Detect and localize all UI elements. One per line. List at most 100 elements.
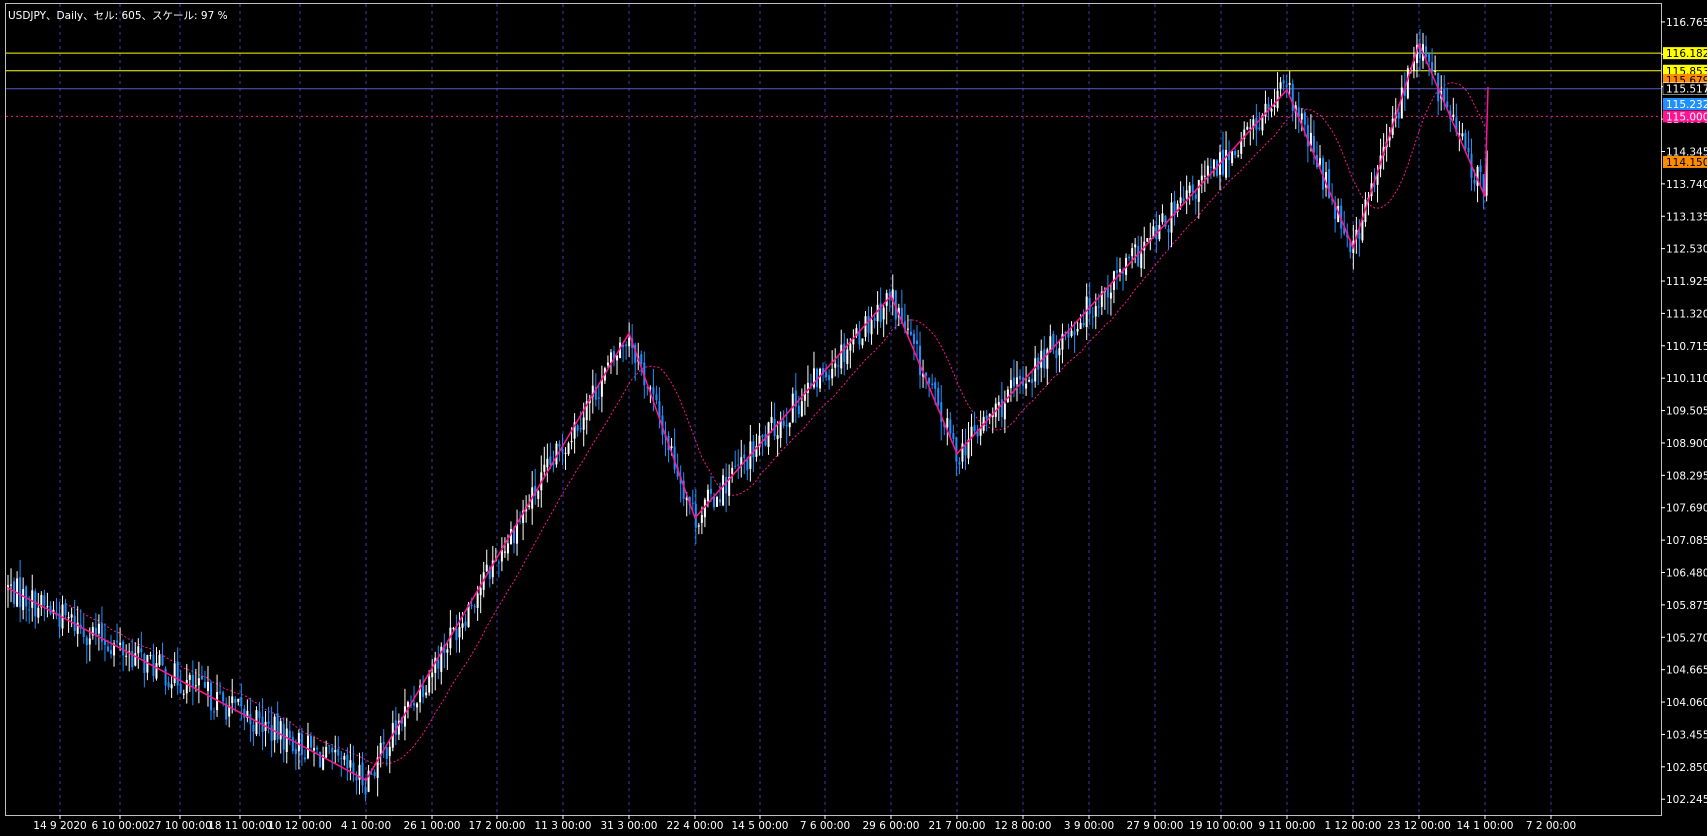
candle-body [106,646,109,652]
candle-body [1179,197,1182,204]
price-label-text: 114.150 [1666,157,1707,169]
candle-body [1452,114,1455,118]
candle-body [1397,112,1400,119]
candle-body [370,773,373,775]
candle-body [25,586,28,607]
candle-body [1279,82,1282,89]
price-label-115.232: 115.232 [1663,97,1707,111]
candle-body [1131,248,1134,257]
y-tick-label-22: 103.455 [1666,729,1707,741]
candle-body [649,387,652,389]
candle-body [31,590,34,608]
candle-body [179,684,182,693]
x-tick-label-4: 10 12 00:00 [268,820,332,832]
candle-body [1034,358,1037,382]
candle-body [576,425,579,431]
candle-body [185,679,188,694]
candle-body [937,388,940,406]
candle-body [388,746,391,757]
candle-body [382,741,385,745]
candle-body [143,653,146,674]
candle-body [422,685,425,697]
candle-body [340,757,343,759]
candle-body [670,446,673,448]
candle-body [316,747,319,750]
candle-body [70,614,73,618]
candle-body [1128,256,1131,259]
candle-body [319,751,322,768]
candle-body [909,331,912,335]
candle-body [470,604,473,607]
candle-body [1031,378,1034,383]
candle-body [406,702,409,707]
candle-body [1079,322,1082,330]
candle-body [1015,377,1018,385]
candle-body [1434,70,1437,72]
candle-body [1185,190,1188,199]
candle-body [825,371,828,378]
candle-body [925,372,928,376]
candle-body [191,674,194,687]
candle-body [564,452,567,454]
candle-body [1115,270,1118,273]
candle-body [831,368,834,379]
x-tick-label-14: 21 7 00:00 [929,820,986,832]
x-tick-label-21: 23 12 00:00 [1387,820,1451,832]
candle-body [1012,377,1015,387]
candle-body [431,672,434,678]
candle-body [1194,194,1197,199]
candle-body [706,489,709,502]
candle-body [1082,322,1085,326]
price-chart[interactable]: 116.765116.160115.555114.950114.345113.7… [0,0,1707,836]
candle-body [606,362,609,366]
candle-body [625,344,628,347]
candle-body [267,721,270,724]
candle-body [958,462,961,465]
price-label-text: 116.182 [1666,48,1707,60]
candle-body [140,648,143,653]
candle-body [840,344,843,369]
candle-body [243,708,246,718]
candle-body [549,456,552,465]
candle-body [916,340,918,344]
x-tick-label-2: 27 10 00:00 [148,820,212,832]
candle-body [1058,348,1061,356]
candle-body [1109,292,1112,299]
chart-title: USDJPY、Daily、セル: 605、スケール: 97 % [8,10,228,22]
candle-body [973,425,976,432]
candle-body [1318,158,1321,165]
candle-body [428,676,431,693]
x-tick-label-0: 14 9 2020 [33,820,86,832]
candle-body [446,649,449,653]
candle-body [313,748,316,751]
candle-body [306,735,309,759]
candle-body [337,748,340,756]
candle-body [222,692,225,702]
candle-body [294,748,297,755]
candle-body [22,589,25,610]
candle-body [743,454,746,459]
candle-body [537,491,540,499]
y-tick-label-6: 113.135 [1666,211,1707,223]
candle-body [697,525,700,527]
candle-body [843,343,846,362]
candle-body [716,496,719,507]
x-tick-label-6: 26 1 00:00 [404,820,461,832]
candle-body [297,733,300,752]
candle-body [240,697,243,706]
x-tick-label-23: 7 2 00:00 [1526,820,1576,832]
price-label-115.000: 115.000 [1663,110,1707,123]
y-tick-label-11: 110.110 [1666,373,1707,385]
y-tick-label-21: 104.060 [1666,697,1707,709]
candle-body [579,428,582,430]
candle-body [788,422,791,428]
candle-body [652,387,655,395]
x-tick-label-9: 31 3 00:00 [601,820,658,832]
candle-body [437,659,440,669]
candle-body [912,333,915,344]
y-tick-label-10: 110.715 [1666,341,1707,353]
candle-body [1312,136,1315,153]
candle-body [931,383,934,385]
candle-body [413,703,416,706]
candle-body [303,757,306,760]
